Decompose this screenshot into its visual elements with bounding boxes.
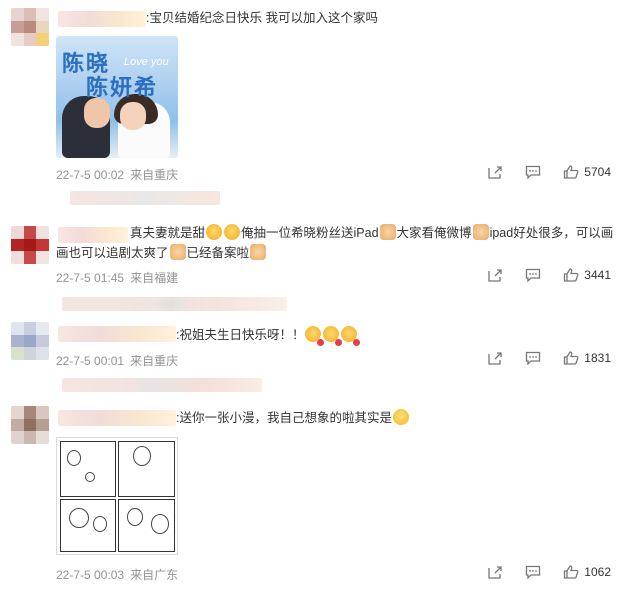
username-blurred[interactable]	[58, 326, 176, 342]
photo-figure	[120, 102, 146, 130]
comment-text-part: :祝姐夫生日快乐呀！！	[176, 328, 305, 342]
redacted-row	[62, 297, 287, 311]
comment-text: 真夫妻就是甜 俺抽一位希晓粉丝送iPad 大家看俺微博 ipad好处很多，可以画	[130, 224, 613, 243]
comic-figure	[85, 472, 95, 482]
avatar[interactable]	[11, 322, 49, 360]
comment-source: 来自重庆	[130, 168, 179, 182]
comment-icon[interactable]	[525, 565, 541, 579]
comment-text-part: 已经备案啦	[186, 246, 250, 260]
fist-emoji-icon	[250, 244, 267, 260]
photo-title-line2: 陈妍希	[86, 75, 159, 101]
comment-comic-image[interactable]	[56, 437, 178, 555]
comment-meta: 22-7-5 00:03 来自广东	[56, 566, 178, 583]
comic-panel	[60, 441, 116, 497]
fist-emoji-icon	[472, 224, 489, 240]
comment-icon[interactable]	[525, 268, 541, 282]
comment-actions: 1062	[465, 565, 611, 579]
comment-source: 来自广东	[130, 568, 179, 582]
comment-actions: 3441	[465, 268, 611, 282]
share-icon[interactable]	[487, 351, 503, 365]
fist-emoji-icon	[379, 224, 396, 240]
like-count: 5704	[584, 165, 611, 179]
comment-meta: 22-7-5 00:01 来自重庆	[56, 352, 178, 369]
comment-actions: 5704	[465, 165, 611, 179]
photo-overlay-text: Love you	[124, 56, 169, 68]
redacted-row	[70, 191, 220, 205]
comment-actions: 1831	[465, 351, 611, 365]
comic-figure	[67, 450, 81, 466]
comic-figure	[133, 446, 151, 466]
comment-date: 22-7-5 00:02	[56, 168, 125, 182]
comment-text-part: 画也可以追剧太爽了	[56, 246, 169, 260]
comic-figure	[127, 508, 143, 526]
kiss-emoji-icon	[304, 326, 325, 346]
like-count: 1831	[584, 351, 611, 365]
comment-text-line2: 画也可以追剧太爽了 已经备案啦	[56, 244, 267, 263]
comment-date: 22-7-5 01:45	[56, 271, 125, 285]
share-icon[interactable]	[487, 565, 503, 579]
comment-text-part: ipad好处很多，可以画	[489, 226, 614, 240]
like-icon[interactable]	[563, 165, 579, 179]
username-blurred[interactable]	[58, 11, 146, 27]
like-icon[interactable]	[563, 351, 579, 365]
comment-icon[interactable]	[525, 165, 541, 179]
grin-emoji-icon	[392, 409, 409, 425]
like-icon[interactable]	[563, 268, 579, 282]
comment-text: :宝贝结婚纪念日快乐 我可以加入这个家吗	[146, 11, 378, 25]
kiss-emoji-icon	[340, 326, 361, 346]
like-count: 3441	[584, 268, 611, 282]
comment-text-part: 大家看俺微博	[396, 226, 472, 240]
username-blurred[interactable]	[58, 227, 128, 243]
comment-text: :祝姐夫生日快乐呀！！	[176, 326, 361, 346]
comic-figure	[93, 516, 107, 532]
comment-source: 来自福建	[130, 271, 179, 285]
comment-source: 来自重庆	[130, 354, 179, 368]
redacted-row	[62, 378, 262, 392]
comic-figure	[69, 508, 89, 528]
crying-emoji-icon	[206, 224, 223, 240]
comment-meta: 22-7-5 00:02 来自重庆	[56, 166, 178, 183]
comment-text: :送你一张小漫，我自己想象的啦其实是	[176, 409, 410, 428]
fist-emoji-icon	[169, 244, 186, 260]
share-icon[interactable]	[487, 165, 503, 179]
comment-meta: 22-7-5 01:45 来自福建	[56, 269, 178, 286]
comment-date: 22-7-5 00:01	[56, 354, 125, 368]
like-count: 1062	[584, 565, 611, 579]
comment-text-part: :送你一张小漫，我自己想象的啦其实是	[176, 411, 392, 425]
avatar[interactable]	[11, 406, 49, 444]
avatar[interactable]	[11, 8, 49, 46]
comic-panel	[60, 499, 116, 552]
comment-icon[interactable]	[525, 351, 541, 365]
crying-emoji-icon	[224, 224, 241, 240]
comment-text-part: 俺抽一位希晓粉丝送iPad	[241, 226, 379, 240]
photo-figure	[84, 98, 110, 128]
comic-figure	[151, 514, 169, 534]
like-icon[interactable]	[563, 565, 579, 579]
kiss-emoji-icon	[322, 326, 343, 346]
comment-date: 22-7-5 00:03	[56, 568, 125, 582]
comment-text-part: 真夫妻就是甜	[130, 226, 206, 240]
avatar[interactable]	[11, 226, 49, 264]
username-blurred[interactable]	[58, 410, 176, 426]
comment-photo[interactable]: 陈晓 陈妍希 Love you	[56, 36, 178, 158]
share-icon[interactable]	[487, 268, 503, 282]
